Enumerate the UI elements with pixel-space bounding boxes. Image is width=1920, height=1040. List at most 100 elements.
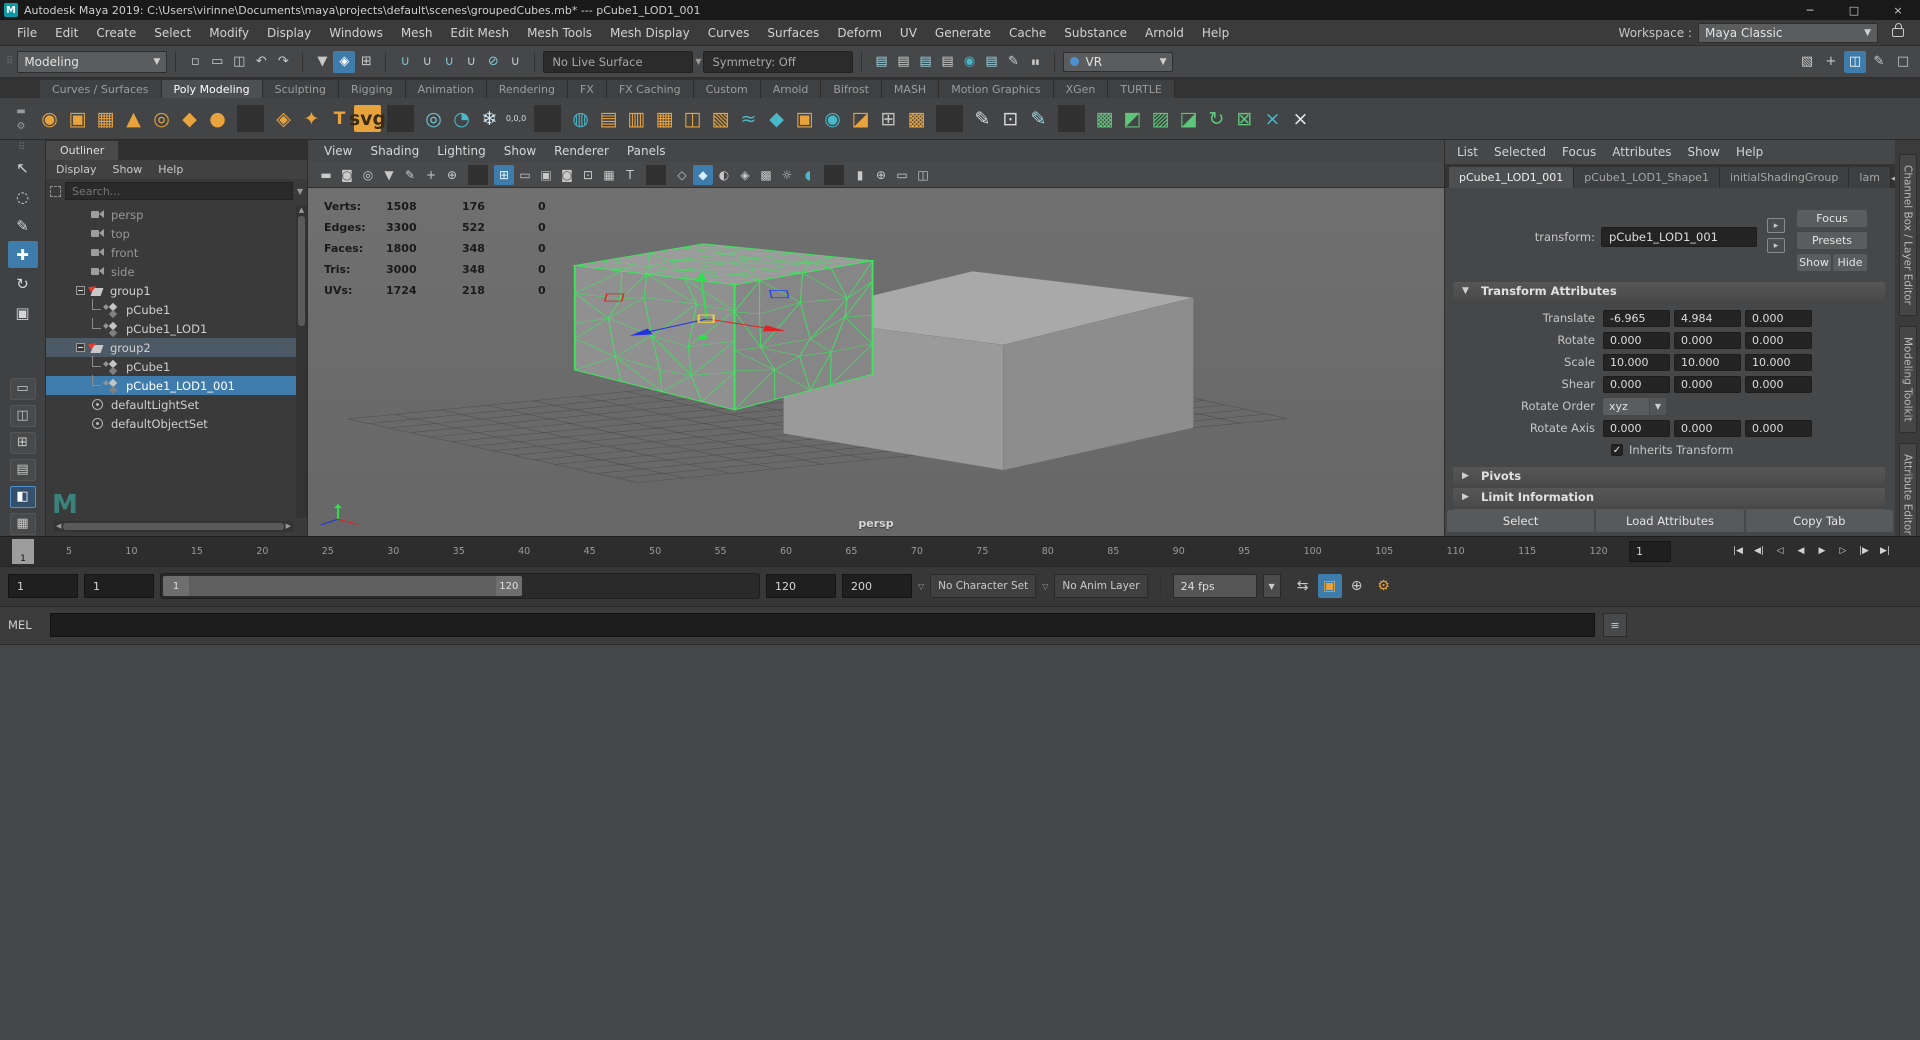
menu-item[interactable]: Deform xyxy=(828,26,891,40)
panel-toolbar-icon[interactable]: ☼ xyxy=(777,165,797,185)
hide-button[interactable]: Hide xyxy=(1833,254,1867,271)
chevron-down-icon[interactable]: ▼ xyxy=(695,57,701,66)
selection-box-icon[interactable] xyxy=(50,186,61,197)
tool-icon[interactable]: ◌ xyxy=(8,183,38,210)
shelf-tab[interactable]: FX xyxy=(568,80,607,98)
playback-button[interactable]: ◀ xyxy=(1791,539,1811,563)
shelf-tool-icon[interactable]: × xyxy=(1259,105,1286,132)
panel-toolbar-icon[interactable]: ◇ xyxy=(672,165,692,185)
layout-icon[interactable]: ◧ xyxy=(10,486,36,508)
footer-button[interactable]: Load Attributes xyxy=(1596,510,1743,532)
snap-icon[interactable]: ∪ xyxy=(460,51,482,73)
node-tab[interactable]: initialShadingGroup xyxy=(1720,167,1849,188)
shelf-tab[interactable]: TURTLE xyxy=(1108,80,1174,98)
perspective-viewport[interactable]: ViewShadingLightingShowRendererPanels ▬◙… xyxy=(308,140,1445,536)
shelf-tool-icon[interactable]: ▥ xyxy=(623,105,650,132)
focus-button[interactable]: Focus xyxy=(1797,210,1867,227)
outliner-row[interactable]: persp xyxy=(46,205,307,224)
shelf-tool-icon[interactable]: ◎ xyxy=(148,105,175,132)
attribute-editor-menu-item[interactable]: Attributes xyxy=(1612,145,1671,159)
playback-button[interactable]: ▷ xyxy=(1833,539,1853,563)
value-field-y[interactable]: 0.000 xyxy=(1674,332,1741,349)
range-start-handle[interactable]: 1 xyxy=(163,576,189,596)
menu-item[interactable]: Display xyxy=(258,26,320,40)
shelf-tool-icon[interactable]: ⊡ xyxy=(997,105,1024,132)
playback-option-icon[interactable]: ⚙ xyxy=(1372,574,1396,598)
script-editor-icon[interactable]: ≡ xyxy=(1603,613,1627,637)
shelf-tool-icon[interactable]: ▨ xyxy=(1147,105,1174,132)
playback-button[interactable]: |▶ xyxy=(1854,539,1874,563)
playback-option-icon[interactable]: ▣ xyxy=(1318,574,1342,598)
collapsed-section[interactable]: ▶ Limit Information xyxy=(1453,488,1885,506)
panel-toolbar-icon[interactable]: ⊡ xyxy=(578,165,598,185)
panel-toolbar-icon[interactable]: ⊕ xyxy=(871,165,891,185)
shelf-menu-icon[interactable]: ▬ xyxy=(16,106,25,117)
mel-label[interactable]: MEL xyxy=(8,618,42,632)
shelf-tool-icon[interactable] xyxy=(237,105,264,132)
selection-mask-icon[interactable]: ▼ xyxy=(311,51,333,73)
layout-icon[interactable]: ▭ xyxy=(10,378,36,400)
snap-icon[interactable]: ∪ xyxy=(416,51,438,73)
panel-toolbar-icon[interactable]: ◎ xyxy=(358,165,378,185)
menu-item[interactable]: Select xyxy=(145,26,200,40)
selection-mask-icon[interactable]: ⊞ xyxy=(355,51,377,73)
attribute-editor-menu-item[interactable]: List xyxy=(1457,145,1478,159)
node-name-field[interactable]: pCube1_LOD1_001 xyxy=(1601,227,1757,247)
mel-input[interactable] xyxy=(50,613,1595,637)
playback-start-field[interactable]: 1 xyxy=(84,574,154,598)
attribute-editor-menu-item[interactable]: Help xyxy=(1736,145,1763,159)
live-surface-field[interactable]: No Live Surface xyxy=(543,51,693,73)
panel-toolbar-icon[interactable]: ▭ xyxy=(892,165,912,185)
collapsed-section[interactable]: ▶ Display xyxy=(1453,509,1885,510)
character-set-dropdown[interactable]: No Character Set xyxy=(930,574,1036,598)
panel-toolbar-icon[interactable]: ⊞ xyxy=(494,165,514,185)
shelf-tool-icon[interactable]: ▲ xyxy=(120,105,147,132)
expand-toggle-icon[interactable] xyxy=(76,343,85,352)
panel-toolbar-icon[interactable]: ✎ xyxy=(400,165,420,185)
tool-icon[interactable]: ▣ xyxy=(8,299,38,326)
shelf-tool-icon[interactable]: ◉ xyxy=(36,105,63,132)
show-button[interactable]: Show xyxy=(1797,254,1831,271)
panel-toolbar-icon[interactable] xyxy=(646,165,666,185)
shelf-tool-icon[interactable]: ◉ xyxy=(819,105,846,132)
shelf-tab[interactable]: XGen xyxy=(1054,80,1109,98)
selection-mask-icon[interactable]: ◈ xyxy=(333,51,355,73)
menu-item[interactable]: Modify xyxy=(200,26,258,40)
expand-toggle-icon[interactable] xyxy=(76,286,85,295)
panel-toolbar-icon[interactable]: ▣ xyxy=(536,165,556,185)
rotate-order-dropdown[interactable]: xyz xyxy=(1603,398,1649,415)
panel-menu-item[interactable]: Renderer xyxy=(554,144,609,158)
close-button[interactable]: × xyxy=(1876,0,1920,20)
shelf-tool-icon[interactable]: ▣ xyxy=(791,105,818,132)
node-tab[interactable]: lam xyxy=(1849,167,1891,188)
value-field-z[interactable]: 0.000 xyxy=(1745,310,1812,327)
panel-menu-item[interactable]: Shading xyxy=(370,144,419,158)
playback-end-field[interactable]: 120 xyxy=(766,574,836,598)
playback-button[interactable]: ▶| xyxy=(1875,539,1895,563)
chevron-down-icon[interactable]: ▽ xyxy=(1042,582,1048,591)
panel-toolbar-icon[interactable]: T xyxy=(620,165,640,185)
shelf-tool-icon[interactable]: ▦ xyxy=(651,105,678,132)
inherits-transform-checkbox[interactable]: ✓ xyxy=(1611,444,1623,456)
render-icon[interactable]: ▤ xyxy=(914,51,936,73)
collapsed-section[interactable]: ▶ Pivots xyxy=(1453,467,1885,485)
shelf-tool-icon[interactable]: ◆ xyxy=(763,105,790,132)
panel-toolbar-icon[interactable]: ▼ xyxy=(379,165,399,185)
panel-toolbar-icon[interactable] xyxy=(824,165,844,185)
layout-icon[interactable]: ◫ xyxy=(10,405,36,427)
minimize-button[interactable]: ─ xyxy=(1788,0,1832,20)
value-field-z[interactable]: 10.000 xyxy=(1745,354,1812,371)
menu-item[interactable]: Curves xyxy=(699,26,759,40)
shelf-tool-icon[interactable]: ◈ xyxy=(270,105,297,132)
shelf-tab[interactable]: Rendering xyxy=(487,80,568,98)
shelf-tool-icon[interactable]: ◫ xyxy=(679,105,706,132)
value-field-y[interactable]: 0.000 xyxy=(1674,420,1741,437)
file-toolbar-icon[interactable]: ◫ xyxy=(228,51,250,73)
value-field-y[interactable]: 10.000 xyxy=(1674,354,1741,371)
playback-button[interactable]: ◁ xyxy=(1770,539,1790,563)
menu-item[interactable]: Mesh Display xyxy=(601,26,699,40)
shelf-tab[interactable]: Animation xyxy=(406,80,487,98)
panel-toolbar-icon[interactable]: ▬ xyxy=(316,165,336,185)
snap-icon[interactable]: ∪ xyxy=(394,51,416,73)
range-slider[interactable]: 1 120 xyxy=(160,573,760,599)
